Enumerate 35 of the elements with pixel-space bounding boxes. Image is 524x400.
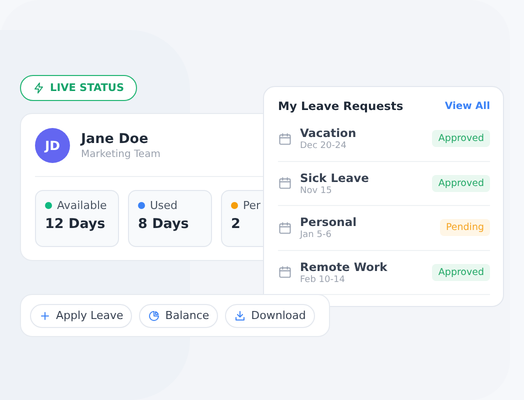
leave-dates: Feb 10-14 (300, 274, 346, 285)
calendar-icon (278, 220, 292, 235)
leave-dates: Jan 5-6 (300, 230, 332, 240)
live-status-badge: LIVE STATUS (20, 75, 138, 101)
stat-value: 2 (231, 216, 240, 232)
leave-type: Remote Work (300, 260, 388, 274)
download-icon (234, 310, 246, 322)
stat-value: 8 Days (138, 216, 189, 232)
card-title: My Leave Requests (278, 99, 404, 113)
calendar-icon (278, 132, 292, 146)
user-name: Jane Doe (81, 131, 150, 147)
leave-dates: Nov 15 (300, 186, 333, 196)
stat-label: Used (150, 199, 178, 212)
lightning-icon (33, 82, 45, 94)
view-all-link[interactable]: View All (444, 100, 490, 112)
action-button[interactable]: Download (225, 304, 315, 328)
leave-type: Vacation (300, 126, 358, 140)
action-button[interactable]: Apply Leave (30, 304, 132, 328)
status-badge: Pending (440, 219, 490, 236)
leave-type: Personal (300, 215, 358, 230)
action-button[interactable]: Balance (139, 304, 218, 328)
calendar-icon (278, 265, 292, 280)
leave-dates: Dec 20-24 (300, 141, 348, 152)
stat-label: Available (57, 199, 107, 212)
plus-icon (39, 310, 51, 322)
status-badge: Approved (432, 264, 490, 281)
avatar: JD (35, 128, 70, 163)
leave-type: Sick Leave (300, 170, 370, 185)
stat-label: Per (243, 199, 261, 212)
status-badge: Approved (432, 174, 490, 192)
pie-chart-icon (148, 310, 160, 322)
status-badge: Approved (432, 130, 490, 148)
team-name: Marketing Team (81, 149, 160, 160)
calendar-icon (278, 176, 292, 190)
stat-value: 12 Days (45, 216, 106, 232)
